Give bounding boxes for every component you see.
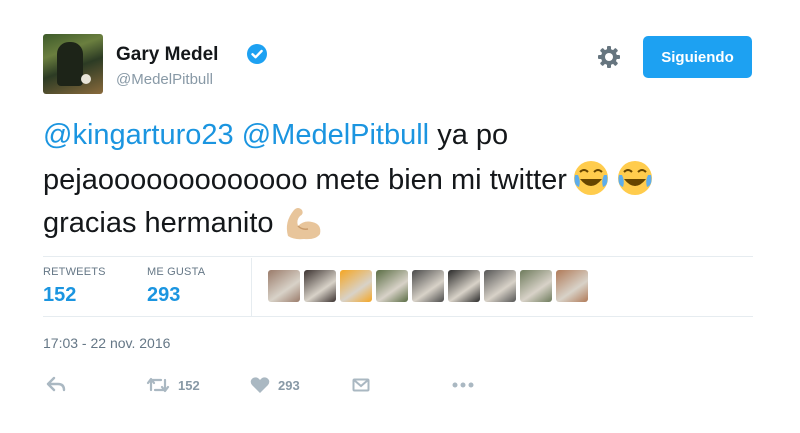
likes-stat[interactable]: ME GUSTA 293 — [147, 266, 205, 307]
liker-avatar[interactable] — [268, 270, 300, 302]
liker-avatar[interactable] — [448, 270, 480, 302]
more-icon — [451, 381, 475, 389]
user-handle[interactable]: @MedelPitbull — [116, 71, 213, 88]
laughing-emoji-icon — [615, 157, 655, 197]
retweets-count: 152 — [43, 284, 77, 306]
tweet-body: gracias hermanito — [43, 207, 274, 239]
retweet-count: 152 — [178, 377, 200, 393]
liker-avatar[interactable] — [376, 270, 408, 302]
verified-icon — [247, 44, 267, 64]
flexed-biceps-icon — [282, 202, 324, 242]
retweet-button[interactable]: 152 — [146, 374, 200, 396]
liker-avatars — [268, 270, 588, 302]
gear-icon[interactable] — [596, 44, 622, 70]
like-button[interactable]: 293 — [250, 374, 300, 396]
like-count: 293 — [278, 377, 300, 393]
retweets-stat[interactable]: RETWEETS 152 — [43, 266, 106, 307]
mention-link[interactable]: @MedelPitbull — [242, 119, 429, 151]
divider — [43, 256, 753, 257]
user-name[interactable]: Gary Medel — [116, 44, 218, 66]
mention-link[interactable]: @kingarturo23 — [43, 119, 234, 151]
retweet-icon — [146, 376, 170, 394]
heart-icon — [250, 376, 270, 394]
liker-avatar[interactable] — [484, 270, 516, 302]
retweets-label: RETWEETS — [43, 266, 106, 278]
liker-avatar[interactable] — [520, 270, 552, 302]
likes-count: 293 — [147, 284, 181, 306]
liker-avatar[interactable] — [556, 270, 588, 302]
laughing-emoji-icon — [571, 157, 611, 197]
liker-avatar[interactable] — [412, 270, 444, 302]
direct-message-button[interactable] — [352, 374, 370, 396]
avatar[interactable] — [43, 34, 103, 94]
reply-button[interactable] — [46, 374, 66, 396]
divider — [43, 316, 753, 317]
tweet-text: @kingarturo23 @MedelPitbull ya po pejaoo… — [43, 114, 763, 245]
likes-label: ME GUSTA — [147, 266, 206, 278]
liker-avatar[interactable] — [304, 270, 336, 302]
follow-button[interactable]: Siguiendo — [643, 36, 752, 78]
direct-message-icon — [352, 377, 370, 393]
liker-avatar[interactable] — [340, 270, 372, 302]
more-button[interactable] — [451, 374, 475, 396]
divider — [251, 258, 252, 316]
timestamp[interactable]: 17:03 - 22 nov. 2016 — [43, 335, 170, 351]
reply-icon — [46, 376, 66, 394]
